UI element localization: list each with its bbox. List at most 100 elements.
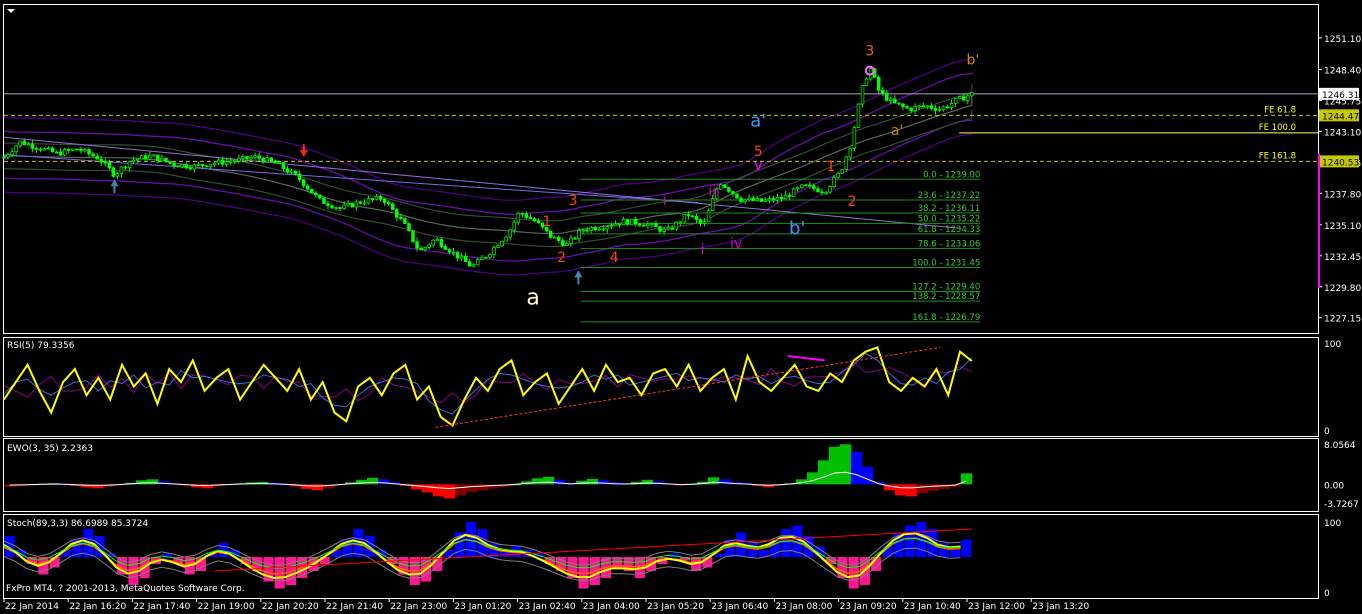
candle-body <box>26 143 31 146</box>
ewo-bar <box>828 446 841 485</box>
candle-body <box>852 126 857 149</box>
candle-body <box>836 172 840 178</box>
candle-body <box>674 221 678 230</box>
fib-level-label: 138.2 - 1228.57 <box>912 292 980 302</box>
ewo-bar <box>916 484 929 494</box>
candle-body <box>83 149 87 152</box>
candle-body <box>447 249 452 253</box>
rsi-y-tick-label: 0 <box>1324 427 1330 437</box>
candle-body <box>625 219 630 225</box>
price-y-tick-label: 1235.10 <box>1324 222 1361 232</box>
candle-body <box>957 96 962 100</box>
stoch-hist-bar <box>949 550 960 557</box>
candle-body <box>423 247 427 251</box>
candle-body <box>650 223 654 225</box>
panel-frame-rsi <box>3 337 1319 437</box>
candle-body <box>512 221 516 231</box>
candle-body <box>949 103 954 108</box>
candle-body <box>593 227 597 231</box>
time-tick-label: 23 Jan 02:40 <box>519 602 576 612</box>
candle-body <box>326 203 330 207</box>
fib-level-label: 127.2 - 1229.40 <box>912 282 980 292</box>
wave-label: i <box>701 242 705 258</box>
price-panel: 1251.101248.401245.751243.101240.451237.… <box>2 35 1361 325</box>
rsi-trendline <box>435 346 941 428</box>
candle-body <box>431 239 436 246</box>
candle-body <box>953 98 958 104</box>
candle-body <box>828 186 832 193</box>
candle-body <box>966 95 970 101</box>
candle-body <box>945 106 950 109</box>
candle-body <box>443 246 448 250</box>
price-tag: 1240.53 <box>1319 155 1359 168</box>
candle-body <box>694 215 699 220</box>
candle-body <box>682 214 687 223</box>
candle-body <box>779 196 784 200</box>
candle-body <box>508 229 512 238</box>
candle-body <box>71 148 75 151</box>
candle-body <box>901 103 905 107</box>
wave-label: a' <box>750 111 766 132</box>
candle-body <box>160 157 164 162</box>
fib-level-label: 78.6 - 1233.06 <box>918 240 981 250</box>
wave-label: iv <box>730 236 742 252</box>
candle-body <box>735 193 739 199</box>
time-tick-label: 23 Jan 08:00 <box>775 602 832 612</box>
candle-body <box>338 207 342 209</box>
wave-label: v <box>754 158 762 174</box>
candle-body <box>119 166 124 174</box>
candle-body <box>237 157 241 162</box>
candle-body <box>917 105 921 108</box>
time-tick-label: 22 Jan 2014 <box>5 602 59 612</box>
candle-body <box>812 185 816 190</box>
candle-body <box>621 219 626 225</box>
candle-body <box>403 218 407 224</box>
candle-body <box>14 145 18 153</box>
candle-body <box>941 106 946 110</box>
candle-body <box>30 143 35 149</box>
candle-body <box>318 194 322 199</box>
candle-body <box>552 236 557 239</box>
wave-label: 4 <box>610 250 619 266</box>
candle-body <box>723 184 727 188</box>
wave-label: iii <box>708 184 720 200</box>
candle-body <box>771 198 776 201</box>
fib-level-label: 23.6 - 1237.22 <box>918 191 981 201</box>
candle-body <box>229 160 233 163</box>
fe-level-label: FE 61.8 <box>1264 105 1296 115</box>
candle-body <box>731 191 735 195</box>
candle-body <box>791 188 796 197</box>
candle-body <box>62 149 67 156</box>
wave-label: 1 <box>542 214 551 230</box>
candle-body <box>103 161 107 164</box>
stoch-y-tick-label: 0 <box>1324 589 1330 599</box>
candle-body <box>297 173 302 181</box>
wave-label: 3 <box>569 193 578 209</box>
candle-body <box>921 105 925 108</box>
candle-body <box>492 247 496 255</box>
candle-body <box>415 241 419 249</box>
copyright-label: FxPro MT4, ? 2001-2013, MetaQuotes Softw… <box>6 584 245 594</box>
price-y-tick-label: 1232.45 <box>1324 253 1361 263</box>
ewo-title: EWO(3, 35) 2.2363 <box>7 444 93 454</box>
candle-body <box>285 168 290 173</box>
candle-body <box>670 227 674 230</box>
candle-body <box>79 148 83 152</box>
ewo-bar <box>806 472 819 485</box>
fe-level-label: FE 100.0 <box>1259 123 1296 133</box>
candle-body <box>378 195 383 200</box>
rsi-panel: RSI(5) 79.3356 100 0 <box>3 340 1341 437</box>
ewo-bar <box>366 477 379 485</box>
candle-body <box>565 243 569 246</box>
candle-body <box>281 162 286 169</box>
price-tag-text: 1240.53 <box>1322 158 1359 168</box>
candle-body <box>172 162 176 167</box>
candle-body <box>261 157 265 163</box>
candle-body <box>152 154 156 157</box>
candle-body <box>370 198 375 200</box>
trendline-lower <box>3 154 699 204</box>
ewo-bar <box>707 477 720 485</box>
candle-body <box>310 188 314 194</box>
ewo-bar <box>465 484 478 492</box>
candle-body <box>893 98 897 104</box>
